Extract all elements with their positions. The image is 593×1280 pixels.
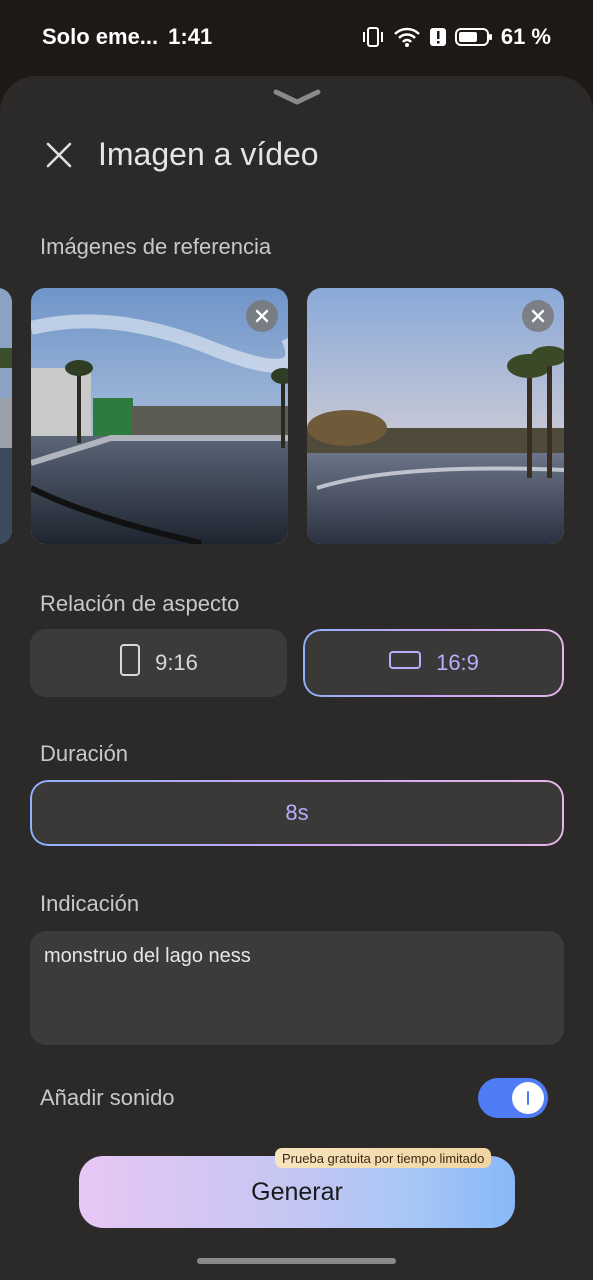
reference-image-2[interactable] (307, 288, 564, 544)
clock: 1:41 (168, 24, 213, 49)
reference-image-partial[interactable] (0, 288, 12, 544)
bottom-sheet: Imagen a vídeo Imágenes de referencia Re… (0, 76, 593, 1280)
add-sound-label: Añadir sonido (40, 1085, 175, 1110)
duration-label: Duración (40, 741, 129, 766)
aspect-16-9-label: 16:9 (436, 650, 479, 675)
page-title: Imagen a vídeo (98, 136, 319, 172)
alert-icon (429, 26, 447, 48)
landscape-rect-icon (388, 649, 422, 677)
reference-images-label: Imágenes de referencia (40, 234, 272, 259)
status-left: Solo eme... 1:41 (42, 24, 212, 50)
home-indicator[interactable] (197, 1258, 396, 1264)
portrait-phone-icon (119, 643, 141, 683)
carrier-label: Solo eme... (42, 24, 159, 49)
prompt-text: monstruo del lago ness (44, 945, 251, 967)
chevron-down-icon[interactable] (272, 86, 322, 111)
sheet-header: Imagen a vídeo (42, 136, 319, 173)
prompt-input[interactable]: monstruo del lago ness (30, 931, 564, 1045)
close-icon[interactable] (42, 138, 76, 172)
status-right: 61 % (361, 24, 551, 50)
prompt-label: Indicación (40, 891, 140, 916)
reference-images-carousel[interactable] (0, 288, 593, 546)
aspect-9-16-label: 9:16 (155, 650, 198, 675)
generate-label: Generar (251, 1177, 343, 1206)
vibrate-icon (361, 26, 385, 48)
remove-image-1-button[interactable] (246, 300, 278, 332)
add-sound-row: Añadir sonido (40, 1078, 548, 1118)
aspect-ratio-selector: 9:16 16:9 (30, 629, 564, 697)
reference-image-1[interactable] (31, 288, 288, 544)
battery-icon (454, 26, 493, 48)
aspect-9-16-button[interactable]: 9:16 (30, 629, 287, 697)
aspect-16-9-button[interactable]: 16:9 (303, 629, 564, 697)
aspect-ratio-label: Relación de aspecto (40, 591, 240, 616)
add-sound-toggle[interactable] (478, 1078, 548, 1118)
duration-value: 8s (285, 800, 309, 825)
wifi-icon (393, 26, 421, 48)
duration-8s-button[interactable]: 8s (30, 780, 564, 846)
toggle-knob (512, 1082, 544, 1114)
battery-percent: 61 % (500, 24, 551, 49)
status-bar: Solo eme... 1:41 61 % (0, 0, 593, 74)
remove-image-2-button[interactable] (522, 300, 554, 332)
free-trial-badge: Prueba gratuita por tiempo limitado (275, 1148, 492, 1168)
